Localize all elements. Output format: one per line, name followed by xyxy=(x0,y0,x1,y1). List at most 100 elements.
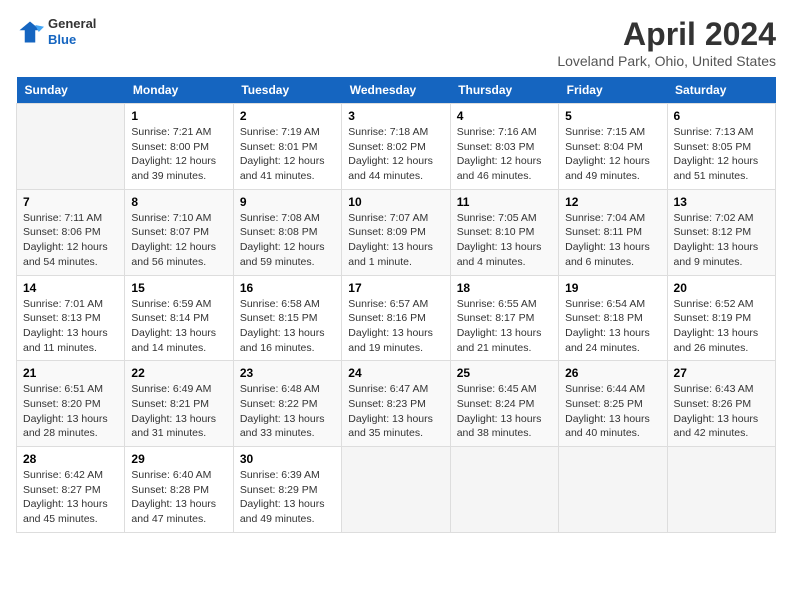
day-info: Sunrise: 6:51 AMSunset: 8:20 PMDaylight:… xyxy=(23,382,118,441)
calendar-cell: 2Sunrise: 7:19 AMSunset: 8:01 PMDaylight… xyxy=(233,104,341,190)
calendar-cell: 23Sunrise: 6:48 AMSunset: 8:22 PMDayligh… xyxy=(233,361,341,447)
day-number: 16 xyxy=(240,281,335,295)
day-info: Sunrise: 6:39 AMSunset: 8:29 PMDaylight:… xyxy=(240,468,335,527)
day-info: Sunrise: 7:08 AMSunset: 8:08 PMDaylight:… xyxy=(240,211,335,270)
calendar-cell: 28 Sunrise: 6:42 AMSunset: 8:27 PMDayligh… xyxy=(17,447,125,533)
calendar-header-row: SundayMondayTuesdayWednesdayThursdayFrid… xyxy=(17,77,776,104)
day-number: 22 xyxy=(131,366,226,380)
calendar-cell: 17Sunrise: 6:57 AMSunset: 8:16 PMDayligh… xyxy=(342,275,450,361)
page-title: April 2024 xyxy=(557,16,776,53)
calendar-cell: 26 Sunrise: 6:44 AMSunset: 8:25 PMDayligh… xyxy=(559,361,667,447)
day-info: Sunrise: 7:11 AMSunset: 8:06 PMDaylight:… xyxy=(23,211,118,270)
col-header-sunday: Sunday xyxy=(17,77,125,104)
day-number: 27 xyxy=(674,366,769,380)
day-number: 8 xyxy=(131,195,226,209)
day-info: Sunrise: 6:49 AMSunset: 8:21 PMDaylight:… xyxy=(131,382,226,441)
day-number: 15 xyxy=(131,281,226,295)
calendar-cell xyxy=(17,104,125,190)
day-info: Sunrise: 6:59 AMSunset: 8:14 PMDaylight:… xyxy=(131,297,226,356)
calendar-cell xyxy=(559,447,667,533)
calendar-cell: 30 Sunrise: 6:39 AMSunset: 8:29 PMDayligh… xyxy=(233,447,341,533)
day-number: 2 xyxy=(240,109,335,123)
title-area: April 2024 Loveland Park, Ohio, United S… xyxy=(557,16,776,69)
logo-blue: Blue xyxy=(48,32,96,48)
calendar-cell: 21Sunrise: 6:51 AMSunset: 8:20 PMDayligh… xyxy=(17,361,125,447)
day-number: 14 xyxy=(23,281,118,295)
day-info: Sunrise: 6:43 AMSunset: 8:26 PMDaylight:… xyxy=(674,382,769,441)
col-header-tuesday: Tuesday xyxy=(233,77,341,104)
page-header: General Blue April 2024 Loveland Park, O… xyxy=(16,16,776,69)
calendar-cell: 15 Sunrise: 6:59 AMSunset: 8:14 PMDayligh… xyxy=(125,275,233,361)
logo-general: General xyxy=(48,16,96,32)
calendar-cell: 13 Sunrise: 7:02 AMSunset: 8:12 PMDayligh… xyxy=(667,189,775,275)
day-info: Sunrise: 7:10 AMSunset: 8:07 PMDaylight:… xyxy=(131,211,226,270)
calendar-week-row: 7Sunrise: 7:11 AMSunset: 8:06 PMDaylight… xyxy=(17,189,776,275)
calendar-cell: 16 Sunrise: 6:58 AMSunset: 8:15 PMDayligh… xyxy=(233,275,341,361)
calendar-cell xyxy=(342,447,450,533)
calendar-table: SundayMondayTuesdayWednesdayThursdayFrid… xyxy=(16,77,776,533)
calendar-cell: 5 Sunrise: 7:15 AMSunset: 8:04 PMDaylight… xyxy=(559,104,667,190)
day-number: 1 xyxy=(131,109,226,123)
day-number: 20 xyxy=(674,281,769,295)
calendar-week-row: 14Sunrise: 7:01 AMSunset: 8:13 PMDayligh… xyxy=(17,275,776,361)
calendar-week-row: 28 Sunrise: 6:42 AMSunset: 8:27 PMDayligh… xyxy=(17,447,776,533)
calendar-cell xyxy=(450,447,558,533)
day-info: Sunrise: 7:16 AMSunset: 8:03 PMDaylight:… xyxy=(457,125,552,184)
day-info: Sunrise: 7:13 AMSunset: 8:05 PMDaylight:… xyxy=(674,125,769,184)
day-info: Sunrise: 6:47 AMSunset: 8:23 PMDaylight:… xyxy=(348,382,443,441)
day-number: 18 xyxy=(457,281,552,295)
calendar-cell: 6Sunrise: 7:13 AMSunset: 8:05 PMDaylight… xyxy=(667,104,775,190)
day-number: 28 xyxy=(23,452,118,466)
calendar-cell: 29Sunrise: 6:40 AMSunset: 8:28 PMDayligh… xyxy=(125,447,233,533)
day-number: 26 xyxy=(565,366,660,380)
day-number: 24 xyxy=(348,366,443,380)
day-number: 19 xyxy=(565,281,660,295)
day-info: Sunrise: 6:58 AMSunset: 8:15 PMDaylight:… xyxy=(240,297,335,356)
calendar-cell: 18Sunrise: 6:55 AMSunset: 8:17 PMDayligh… xyxy=(450,275,558,361)
col-header-monday: Monday xyxy=(125,77,233,104)
day-number: 12 xyxy=(565,195,660,209)
day-info: Sunrise: 7:18 AMSunset: 8:02 PMDaylight:… xyxy=(348,125,443,184)
col-header-wednesday: Wednesday xyxy=(342,77,450,104)
day-number: 25 xyxy=(457,366,552,380)
calendar-cell: 19 Sunrise: 6:54 AMSunset: 8:18 PMDayligh… xyxy=(559,275,667,361)
day-number: 13 xyxy=(674,195,769,209)
day-number: 30 xyxy=(240,452,335,466)
day-number: 5 xyxy=(565,109,660,123)
day-info: Sunrise: 6:57 AMSunset: 8:16 PMDaylight:… xyxy=(348,297,443,356)
logo-text: General Blue xyxy=(48,16,96,47)
day-number: 4 xyxy=(457,109,552,123)
day-info: Sunrise: 7:04 AMSunset: 8:11 PMDaylight:… xyxy=(565,211,660,270)
day-info: Sunrise: 6:42 AMSunset: 8:27 PMDaylight:… xyxy=(23,468,118,527)
calendar-cell xyxy=(667,447,775,533)
col-header-friday: Friday xyxy=(559,77,667,104)
col-header-saturday: Saturday xyxy=(667,77,775,104)
calendar-cell: 14Sunrise: 7:01 AMSunset: 8:13 PMDayligh… xyxy=(17,275,125,361)
day-info: Sunrise: 7:05 AMSunset: 8:10 PMDaylight:… xyxy=(457,211,552,270)
page-subtitle: Loveland Park, Ohio, United States xyxy=(557,53,776,69)
calendar-cell: 25 Sunrise: 6:45 AMSunset: 8:24 PMDayligh… xyxy=(450,361,558,447)
day-number: 11 xyxy=(457,195,552,209)
calendar-cell: 7Sunrise: 7:11 AMSunset: 8:06 PMDaylight… xyxy=(17,189,125,275)
day-info: Sunrise: 6:44 AMSunset: 8:25 PMDaylight:… xyxy=(565,382,660,441)
day-info: Sunrise: 6:52 AMSunset: 8:19 PMDaylight:… xyxy=(674,297,769,356)
calendar-cell: 4 Sunrise: 7:16 AMSunset: 8:03 PMDaylight… xyxy=(450,104,558,190)
day-info: Sunrise: 7:02 AMSunset: 8:12 PMDaylight:… xyxy=(674,211,769,270)
logo: General Blue xyxy=(16,16,96,47)
day-info: Sunrise: 7:21 AMSunset: 8:00 PMDaylight:… xyxy=(131,125,226,184)
day-info: Sunrise: 6:45 AMSunset: 8:24 PMDaylight:… xyxy=(457,382,552,441)
day-number: 10 xyxy=(348,195,443,209)
calendar-week-row: 1 Sunrise: 7:21 AMSunset: 8:00 PMDaylight… xyxy=(17,104,776,190)
day-number: 9 xyxy=(240,195,335,209)
calendar-cell: 24 Sunrise: 6:47 AMSunset: 8:23 PMDayligh… xyxy=(342,361,450,447)
day-number: 3 xyxy=(348,109,443,123)
day-number: 23 xyxy=(240,366,335,380)
logo-icon xyxy=(16,18,44,46)
day-info: Sunrise: 6:40 AMSunset: 8:28 PMDaylight:… xyxy=(131,468,226,527)
calendar-cell: 11 Sunrise: 7:05 AMSunset: 8:10 PMDayligh… xyxy=(450,189,558,275)
calendar-cell: 9 Sunrise: 7:08 AMSunset: 8:08 PMDaylight… xyxy=(233,189,341,275)
day-info: Sunrise: 7:15 AMSunset: 8:04 PMDaylight:… xyxy=(565,125,660,184)
day-info: Sunrise: 6:54 AMSunset: 8:18 PMDaylight:… xyxy=(565,297,660,356)
col-header-thursday: Thursday xyxy=(450,77,558,104)
calendar-cell: 22 Sunrise: 6:49 AMSunset: 8:21 PMDayligh… xyxy=(125,361,233,447)
